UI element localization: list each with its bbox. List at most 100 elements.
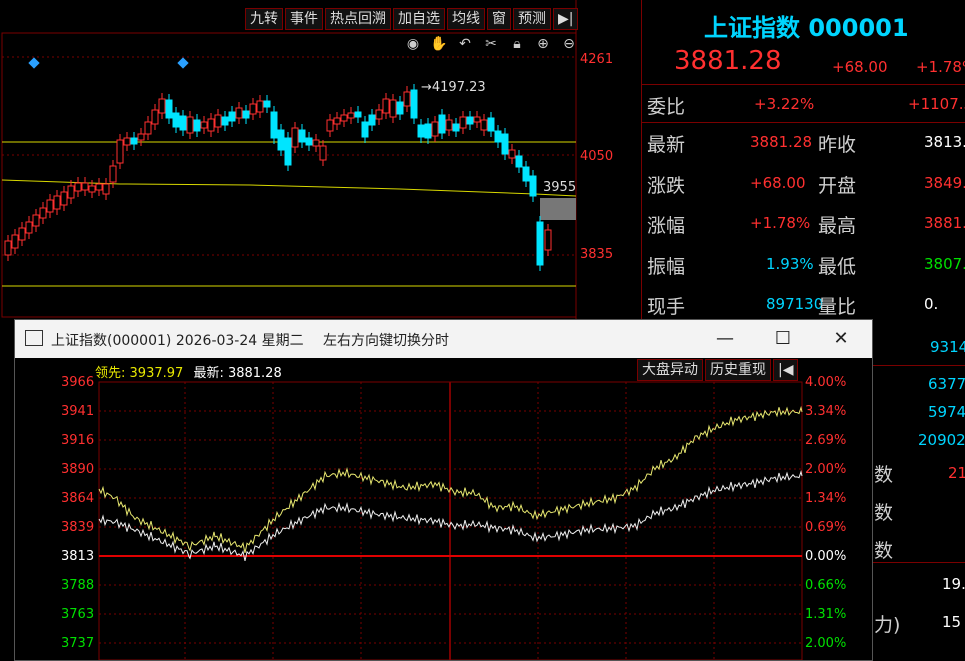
candle <box>46 199 54 213</box>
candle <box>249 103 257 115</box>
left-axis-label: 3737 <box>61 636 95 651</box>
candle <box>431 121 439 137</box>
candle <box>32 214 40 227</box>
candle <box>172 112 180 128</box>
price-axis-label: 3955 <box>543 180 576 195</box>
extra-label: 数 <box>874 464 894 486</box>
event-marker-icon <box>28 57 40 69</box>
kline-toolbar-button[interactable]: 加自选 <box>393 8 445 30</box>
candle <box>102 183 110 195</box>
left-axis-label: 3890 <box>61 462 95 477</box>
kline-toolbar: 九转 事件 热点回溯 加自选 均线窗预测 ▶| <box>245 8 580 30</box>
candle <box>312 139 320 147</box>
kline-toolbar-button[interactable]: 事件 <box>285 8 323 30</box>
zoom-out-icon[interactable]: ⊖ <box>559 36 579 52</box>
minimize-button[interactable]: — <box>705 326 745 352</box>
kline-toolbar-button[interactable]: 预测 <box>513 8 551 30</box>
kline-toolbar-button[interactable]: 均线 <box>447 8 485 30</box>
price-axis-label: 4050 <box>580 149 613 164</box>
candle <box>319 145 327 161</box>
chart-frame <box>1 32 577 318</box>
quote-row-value: +68.00 <box>750 173 806 192</box>
candle <box>445 119 453 131</box>
candle <box>494 130 502 143</box>
quote-row-value: 3807. <box>924 254 965 273</box>
quote-row-label: 量比 <box>818 296 857 318</box>
candle <box>508 149 516 159</box>
extra-value: 20902 <box>918 431 965 449</box>
quote-price: 3881.28 <box>674 46 782 76</box>
candle <box>39 207 47 219</box>
hand-icon[interactable]: ✋ <box>429 36 449 52</box>
candle <box>396 101 404 115</box>
extra-value: 15 <box>942 613 962 631</box>
candle <box>74 182 82 192</box>
price-axis-label: 4261 <box>580 52 613 67</box>
candle <box>256 100 264 113</box>
candle <box>144 121 152 135</box>
candle <box>109 165 117 183</box>
candle <box>536 221 544 266</box>
intraday-popup-window[interactable]: 上证指数(000001) 2026-03-24 星期二 左右方向键切换分时 — … <box>14 319 873 661</box>
candle <box>522 166 530 182</box>
candle <box>25 221 33 234</box>
right-axis-label: 0.66% <box>805 578 847 593</box>
candle <box>291 127 299 148</box>
candle <box>186 116 194 134</box>
extra-value: 21 <box>948 464 965 482</box>
intraday-chart-area[interactable]: 领先: 3937.97 最新: 3881.28 大盘异动 历史重现 |◀ 396… <box>15 358 872 660</box>
extra-label: 力) <box>874 614 901 636</box>
candle <box>18 227 26 241</box>
candle <box>347 112 355 119</box>
quote-row-label: 最高 <box>818 215 857 237</box>
extra-value: 9314 <box>930 338 965 356</box>
candle <box>270 111 278 139</box>
candle <box>305 137 313 146</box>
left-axis-label: 3966 <box>61 375 95 390</box>
candle <box>480 119 488 131</box>
candle <box>81 182 89 191</box>
scissors-icon[interactable]: ✂ <box>481 36 501 52</box>
kline-toolbar-button[interactable]: 九转 <box>245 8 283 30</box>
quote-row-value: 3881.28 <box>750 133 813 151</box>
lock-icon[interactable]: 🔒︎ <box>507 36 527 52</box>
kline-toolbar-button[interactable]: ▶| <box>553 8 579 30</box>
left-axis-label: 3916 <box>61 433 95 448</box>
candle <box>88 185 96 193</box>
candle <box>487 117 495 132</box>
intraday-chart[interactable] <box>15 358 872 660</box>
undo-icon[interactable]: ↶ <box>455 36 475 52</box>
eye-icon[interactable]: ◉ <box>403 36 423 52</box>
candle <box>4 240 12 256</box>
quote-row-label: 涨幅 <box>647 215 686 237</box>
quote-change-pct: +1.78% <box>916 58 965 76</box>
kline-toolbar-button[interactable]: 窗 <box>487 8 511 30</box>
high-marker-label: →4197.23 <box>421 80 486 95</box>
quote-row-value: 1.93% <box>766 254 814 273</box>
kline-toolbar-button[interactable]: 热点回溯 <box>325 8 391 30</box>
quote-row-label: 最低 <box>818 255 857 278</box>
maximize-button[interactable]: ☐ <box>763 326 803 352</box>
extra-label: 数 <box>874 540 894 562</box>
right-axis-label: 0.69% <box>805 520 847 535</box>
right-axis-label: 1.34% <box>805 491 847 506</box>
right-axis-label: 1.31% <box>805 607 847 622</box>
candle <box>263 100 271 108</box>
candle <box>361 121 369 138</box>
quote-row-label: 现手 <box>647 296 686 318</box>
candle <box>130 137 138 145</box>
zoom-in-icon[interactable]: ⊕ <box>533 36 553 52</box>
candle <box>333 117 341 125</box>
candle <box>410 89 418 119</box>
candle <box>277 129 285 151</box>
candle <box>354 111 362 118</box>
quote-row-value: 3849. <box>924 173 965 192</box>
candle <box>67 185 75 199</box>
quote-row-label: 开盘 <box>818 174 857 197</box>
candle <box>200 121 208 129</box>
candle <box>466 116 474 125</box>
candle <box>235 107 243 119</box>
candle <box>221 116 229 126</box>
window-titlebar[interactable]: 上证指数(000001) 2026-03-24 星期二 左右方向键切换分时 — … <box>15 320 872 358</box>
close-button[interactable]: ✕ <box>821 326 861 352</box>
